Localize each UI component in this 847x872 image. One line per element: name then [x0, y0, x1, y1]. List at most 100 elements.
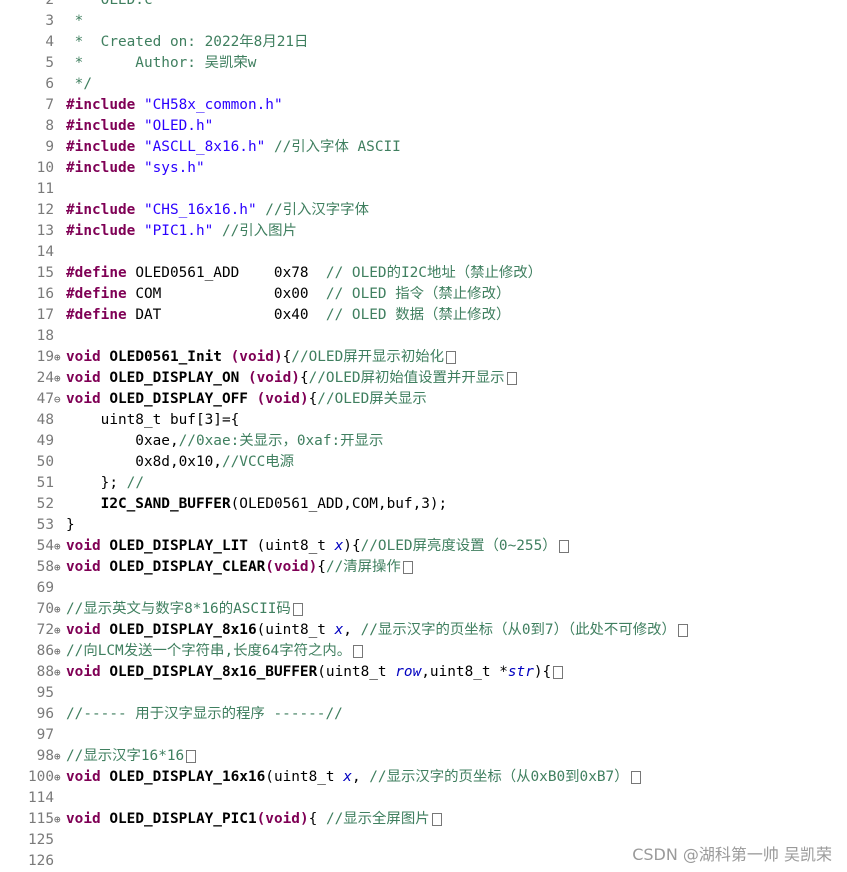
- code-token: //OLED屏亮度设置（0~255）: [360, 538, 557, 554]
- code-text[interactable]: #include "CH58x_common.h": [66, 95, 283, 116]
- expand-fold-icon[interactable]: ⊕: [54, 809, 66, 830]
- code-token: //显示汉字的页坐标（从0到7）（此处不可修改）: [360, 622, 676, 638]
- code-text[interactable]: #define DAT 0x40 // OLED 数据（禁止修改）: [66, 305, 510, 326]
- code-line: 3 *: [0, 11, 83, 32]
- folded-code-icon[interactable]: [506, 371, 517, 385]
- code-token: #define: [66, 265, 136, 281]
- expand-fold-icon[interactable]: ⊕: [54, 557, 66, 578]
- code-text[interactable]: //显示英文与数字8*16的ASCII码: [66, 599, 303, 620]
- line-number: 69: [36, 580, 54, 596]
- code-token: "sys.h": [143, 160, 205, 176]
- code-text[interactable]: * Created on: 2022年8月21日: [66, 32, 309, 53]
- code-text[interactable]: void OLED_DISPLAY_OFF (void){//OLED屏关显示: [66, 389, 427, 410]
- code-text[interactable]: }; //: [66, 473, 144, 494]
- folded-code-icon[interactable]: [553, 665, 564, 679]
- expand-fold-icon[interactable]: ⊕: [54, 599, 66, 620]
- line-number: 7: [45, 97, 54, 113]
- folded-code-icon[interactable]: [402, 560, 413, 574]
- code-line: 5 * Author: 吴凯荣w: [0, 53, 256, 74]
- code-line: 126: [0, 851, 66, 872]
- expand-fold-icon[interactable]: ⊕: [54, 641, 66, 662]
- code-text[interactable]: uint8_t buf[3]={: [66, 410, 240, 431]
- folded-code-icon[interactable]: [292, 602, 303, 616]
- folded-code-icon[interactable]: [446, 350, 456, 364]
- line-number: 11: [36, 181, 54, 197]
- code-text[interactable]: }: [66, 515, 75, 536]
- code-text[interactable]: //----- 用于汉字显示的程序 ------//: [66, 704, 343, 725]
- code-token: COM 0x00: [135, 286, 326, 302]
- folded-code-icon[interactable]: [353, 644, 364, 658]
- code-text[interactable]: //显示汉字16*16: [66, 746, 197, 767]
- line-number: 88: [36, 664, 54, 680]
- code-line: 49 0xae,//0xae:关显示，0xaf:开显示: [0, 431, 384, 452]
- code-token: ){: [533, 664, 552, 680]
- code-text[interactable]: #include "sys.h": [66, 158, 205, 179]
- line-number: 70: [36, 601, 54, 617]
- collapse-fold-icon[interactable]: ⊖: [54, 389, 66, 410]
- expand-fold-icon[interactable]: ⊕: [54, 368, 66, 389]
- code-line: 13 #include "PIC1.h" //引入图片: [0, 221, 297, 242]
- code-text[interactable]: #define COM 0x00 // OLED 指令（禁止修改）: [66, 284, 510, 305]
- code-text[interactable]: #include "CHS_16x16.h" //引入汉字字体: [66, 200, 369, 221]
- expand-fold-icon[interactable]: ⊕: [54, 347, 66, 368]
- folded-code-icon[interactable]: [186, 749, 197, 763]
- code-line: 17 #define DAT 0x40 // OLED 数据（禁止修改）: [0, 305, 511, 326]
- code-line: 50 0x8d,0x10,//VCC电源: [0, 452, 294, 473]
- code-text[interactable]: void OLED_DISPLAY_8x16(uint8_t x, //显示汉字…: [66, 620, 688, 641]
- code-text[interactable]: *: [66, 11, 84, 32]
- code-text[interactable]: void OLED_DISPLAY_LIT (uint8_t x){//OLED…: [66, 536, 569, 557]
- line-number: 115: [28, 811, 54, 827]
- code-text[interactable]: #include "PIC1.h" //引入图片: [66, 221, 297, 242]
- line-number: 13: [36, 223, 54, 239]
- expand-fold-icon[interactable]: ⊕: [54, 620, 66, 641]
- folded-code-icon[interactable]: [630, 770, 641, 784]
- code-line: 19⊕ void OLED0561_Init (void){//OLED屏开显示初…: [0, 347, 456, 368]
- code-token: x: [334, 538, 344, 554]
- code-text[interactable]: #define OLED0561_ADD 0x78 // OLED的I2C地址（…: [66, 263, 542, 284]
- code-token: ,uint8_t *: [421, 664, 508, 680]
- code-text[interactable]: #include "ASCLL_8x16.h" //引入字体 ASCII: [66, 137, 401, 158]
- code-editor[interactable]: 2 OLED.c 3 * 4 * Created on: 2022年8月21日 5 *…: [0, 0, 847, 871]
- code-text[interactable]: I2C_SAND_BUFFER(OLED0561_ADD,COM,buf,3);: [66, 494, 448, 515]
- code-token: */: [66, 76, 92, 92]
- expand-fold-icon[interactable]: ⊕: [54, 662, 66, 683]
- code-text[interactable]: void OLED0561_Init (void){//OLED屏开显示初始化: [66, 347, 456, 368]
- expand-fold-icon[interactable]: ⊕: [54, 536, 66, 557]
- code-text[interactable]: void OLED_DISPLAY_16x16(uint8_t x, //显示汉…: [66, 767, 641, 788]
- line-number: 24: [36, 370, 54, 386]
- code-text[interactable]: OLED.c: [66, 0, 153, 11]
- code-text[interactable]: */: [66, 74, 92, 95]
- code-token: x: [334, 622, 344, 638]
- code-line: 100⊕ void OLED_DISPLAY_16x16(uint8_t x, /…: [0, 767, 641, 788]
- line-number: 96: [36, 706, 54, 722]
- code-text[interactable]: //向LCM发送一个字符串,长度64字符之内。: [66, 641, 364, 662]
- expand-fold-icon[interactable]: ⊕: [54, 746, 66, 767]
- code-text[interactable]: void OLED_DISPLAY_CLEAR(void){//清屏操作: [66, 557, 413, 578]
- code-token: (void): [256, 391, 309, 407]
- folded-code-icon[interactable]: [558, 539, 569, 553]
- code-line: 11: [0, 179, 66, 200]
- code-text[interactable]: #include "OLED.h": [66, 116, 213, 137]
- expand-fold-icon[interactable]: ⊕: [54, 767, 66, 788]
- code-token: };: [66, 475, 127, 491]
- folded-code-icon[interactable]: [677, 623, 688, 637]
- code-text[interactable]: void OLED_DISPLAY_PIC1(void){ //显示全屏图片: [66, 809, 442, 830]
- code-line: 98⊕//显示汉字16*16: [0, 746, 197, 767]
- code-token: #define: [66, 307, 136, 323]
- code-token: //引入汉字字体: [256, 202, 369, 218]
- code-text[interactable]: 0x8d,0x10,//VCC电源: [66, 452, 294, 473]
- code-token: OLED_DISPLAY_OFF: [109, 391, 257, 407]
- line-number: 9: [45, 139, 54, 155]
- folded-code-icon[interactable]: [431, 812, 442, 826]
- code-line: 16 #define COM 0x00 // OLED 指令（禁止修改）: [0, 284, 511, 305]
- code-token: //显示全屏图片: [325, 811, 430, 827]
- code-text[interactable]: * Author: 吴凯荣w: [66, 53, 257, 74]
- code-token: //显示汉字16*16: [66, 748, 185, 764]
- code-text[interactable]: void OLED_DISPLAY_ON (void){//OLED屏初始值设置…: [66, 368, 517, 389]
- code-token: * Created on: 2022年8月21日: [66, 34, 309, 50]
- code-text[interactable]: 0xae,//0xae:关显示，0xaf:开显示: [66, 431, 383, 452]
- line-number: 5: [45, 55, 54, 71]
- code-token: ){: [343, 538, 361, 554]
- code-text[interactable]: void OLED_DISPLAY_8x16_BUFFER(uint8_t ro…: [66, 662, 564, 683]
